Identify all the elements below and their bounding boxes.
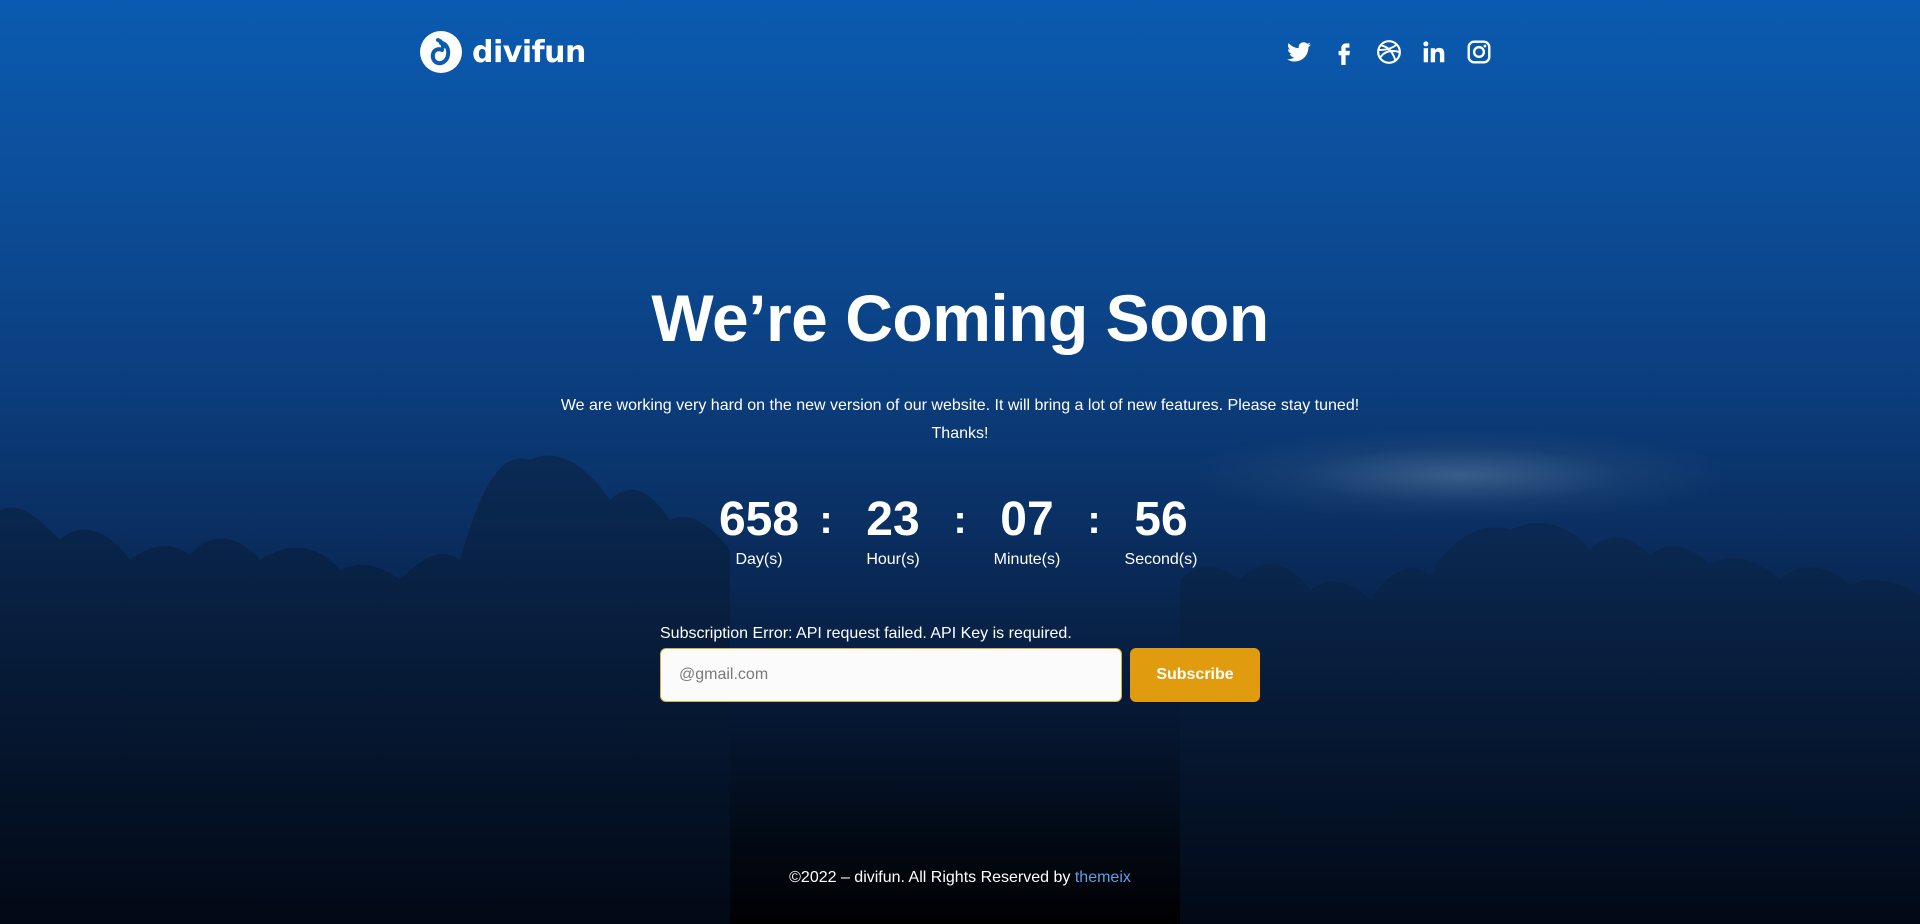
- hours-value: 23: [866, 493, 920, 546]
- countdown-separator: :: [953, 498, 967, 542]
- facebook-icon[interactable]: [1331, 39, 1357, 65]
- countdown-separator: :: [1087, 498, 1101, 542]
- countdown-days: 658 Day(s): [704, 492, 814, 570]
- site-header: divifun: [420, 28, 1492, 76]
- days-label: Day(s): [735, 551, 783, 568]
- dribbble-icon[interactable]: [1376, 39, 1402, 65]
- subscribe-button[interactable]: Subscribe: [1130, 648, 1260, 702]
- brand-name: divifun: [472, 34, 586, 70]
- instagram-icon[interactable]: [1466, 39, 1492, 65]
- page-description: We are working very hard on the new vers…: [560, 397, 1360, 442]
- subscribe-form: Subscribe: [660, 648, 1260, 702]
- minutes-value: 07: [1000, 493, 1054, 546]
- countdown-timer: 658 Day(s) : 23 Hour(s) : 07 Minute(s) :…: [700, 492, 1220, 572]
- copyright-text: ©2022 – divifun. All Rights Reserved by: [789, 869, 1075, 886]
- tree-silhouette: [0, 455, 1920, 924]
- countdown-seconds: 56 Second(s): [1106, 492, 1216, 570]
- hours-label: Hour(s): [866, 551, 920, 568]
- page-title: We’re Coming Soon: [651, 281, 1269, 355]
- twitter-icon[interactable]: [1286, 39, 1312, 65]
- days-value: 658: [718, 493, 800, 546]
- minutes-label: Minute(s): [993, 551, 1061, 568]
- countdown-hours: 23 Hour(s): [838, 492, 948, 570]
- divifun-logo-icon: [420, 31, 462, 73]
- footer: ©2022 – divifun. All Rights Reserved by …: [0, 869, 1920, 887]
- seconds-value: 56: [1134, 493, 1188, 546]
- social-links: [1286, 39, 1492, 65]
- email-input[interactable]: [660, 648, 1122, 702]
- themeix-link[interactable]: themeix: [1075, 869, 1131, 886]
- subscription-error-message: Subscription Error: API request failed. …: [660, 625, 1072, 642]
- countdown-minutes: 07 Minute(s): [972, 492, 1082, 570]
- brand-logo[interactable]: divifun: [420, 31, 586, 73]
- seconds-label: Second(s): [1124, 551, 1198, 568]
- linkedin-icon[interactable]: [1421, 39, 1447, 65]
- countdown-separator: :: [819, 498, 833, 542]
